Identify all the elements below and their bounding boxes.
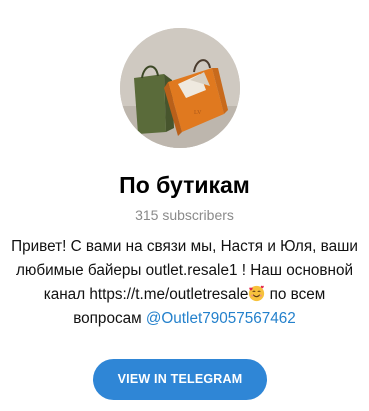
view-in-telegram-button[interactable]: VIEW IN TELEGRAM	[93, 359, 267, 400]
subscriber-count: 315 subscribers	[135, 207, 234, 223]
channel-avatar: LV	[120, 28, 240, 148]
description-line: любимые байеры outlet.resale1 ! Наш осно…	[15, 262, 354, 279]
smiling-face-with-hearts-icon	[249, 285, 265, 302]
channel-description: Привет! С вами на связи мы, Настя и Юля,…	[0, 235, 369, 331]
svg-text:LV: LV	[194, 110, 202, 116]
channel-card: LV По бутикам 315 subscribers Привет! С …	[0, 0, 369, 411]
channel-title: По бутикам	[119, 172, 250, 198]
description-line: Привет! С вами на связи мы, Настя и Юля,…	[11, 238, 358, 255]
description-text: вопросам	[73, 310, 146, 327]
username-mention-link[interactable]: @Outlet79057567462	[146, 310, 296, 327]
shopping-bags-photo-icon: LV	[120, 28, 240, 148]
description-line: вопросам @Outlet79057567462	[0, 307, 369, 331]
description-text: по всем	[265, 286, 326, 303]
description-line: канал https://t.me/outletresale по всем	[0, 283, 369, 307]
channel-link-text: канал https://t.me/outletresale	[43, 286, 249, 303]
